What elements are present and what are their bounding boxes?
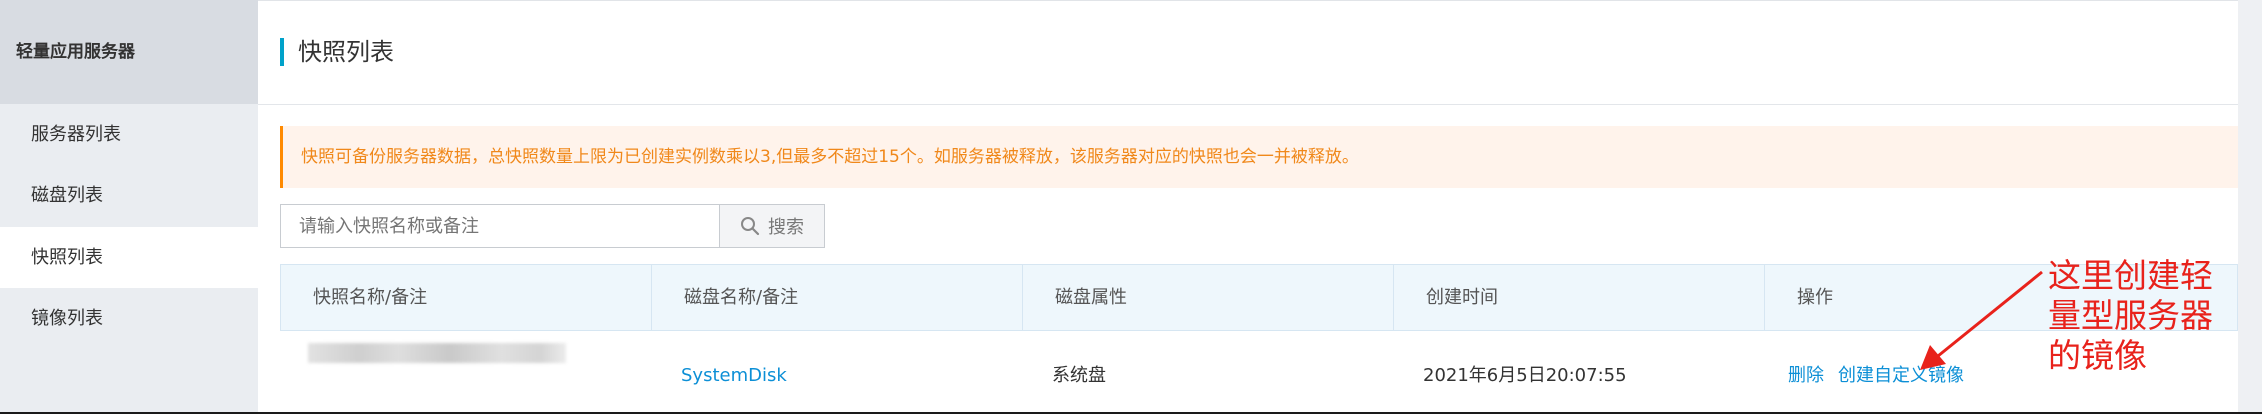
annotation-line: 这里创建轻 <box>2048 256 2213 295</box>
annotation-arrow-icon <box>1920 270 2043 370</box>
annotation-line: 量型服务器 <box>2048 296 2213 335</box>
annotation-note: 这里创建轻 量型服务器 的镜像 <box>2048 256 2213 376</box>
annotation-line: 的镜像 <box>2048 336 2147 375</box>
